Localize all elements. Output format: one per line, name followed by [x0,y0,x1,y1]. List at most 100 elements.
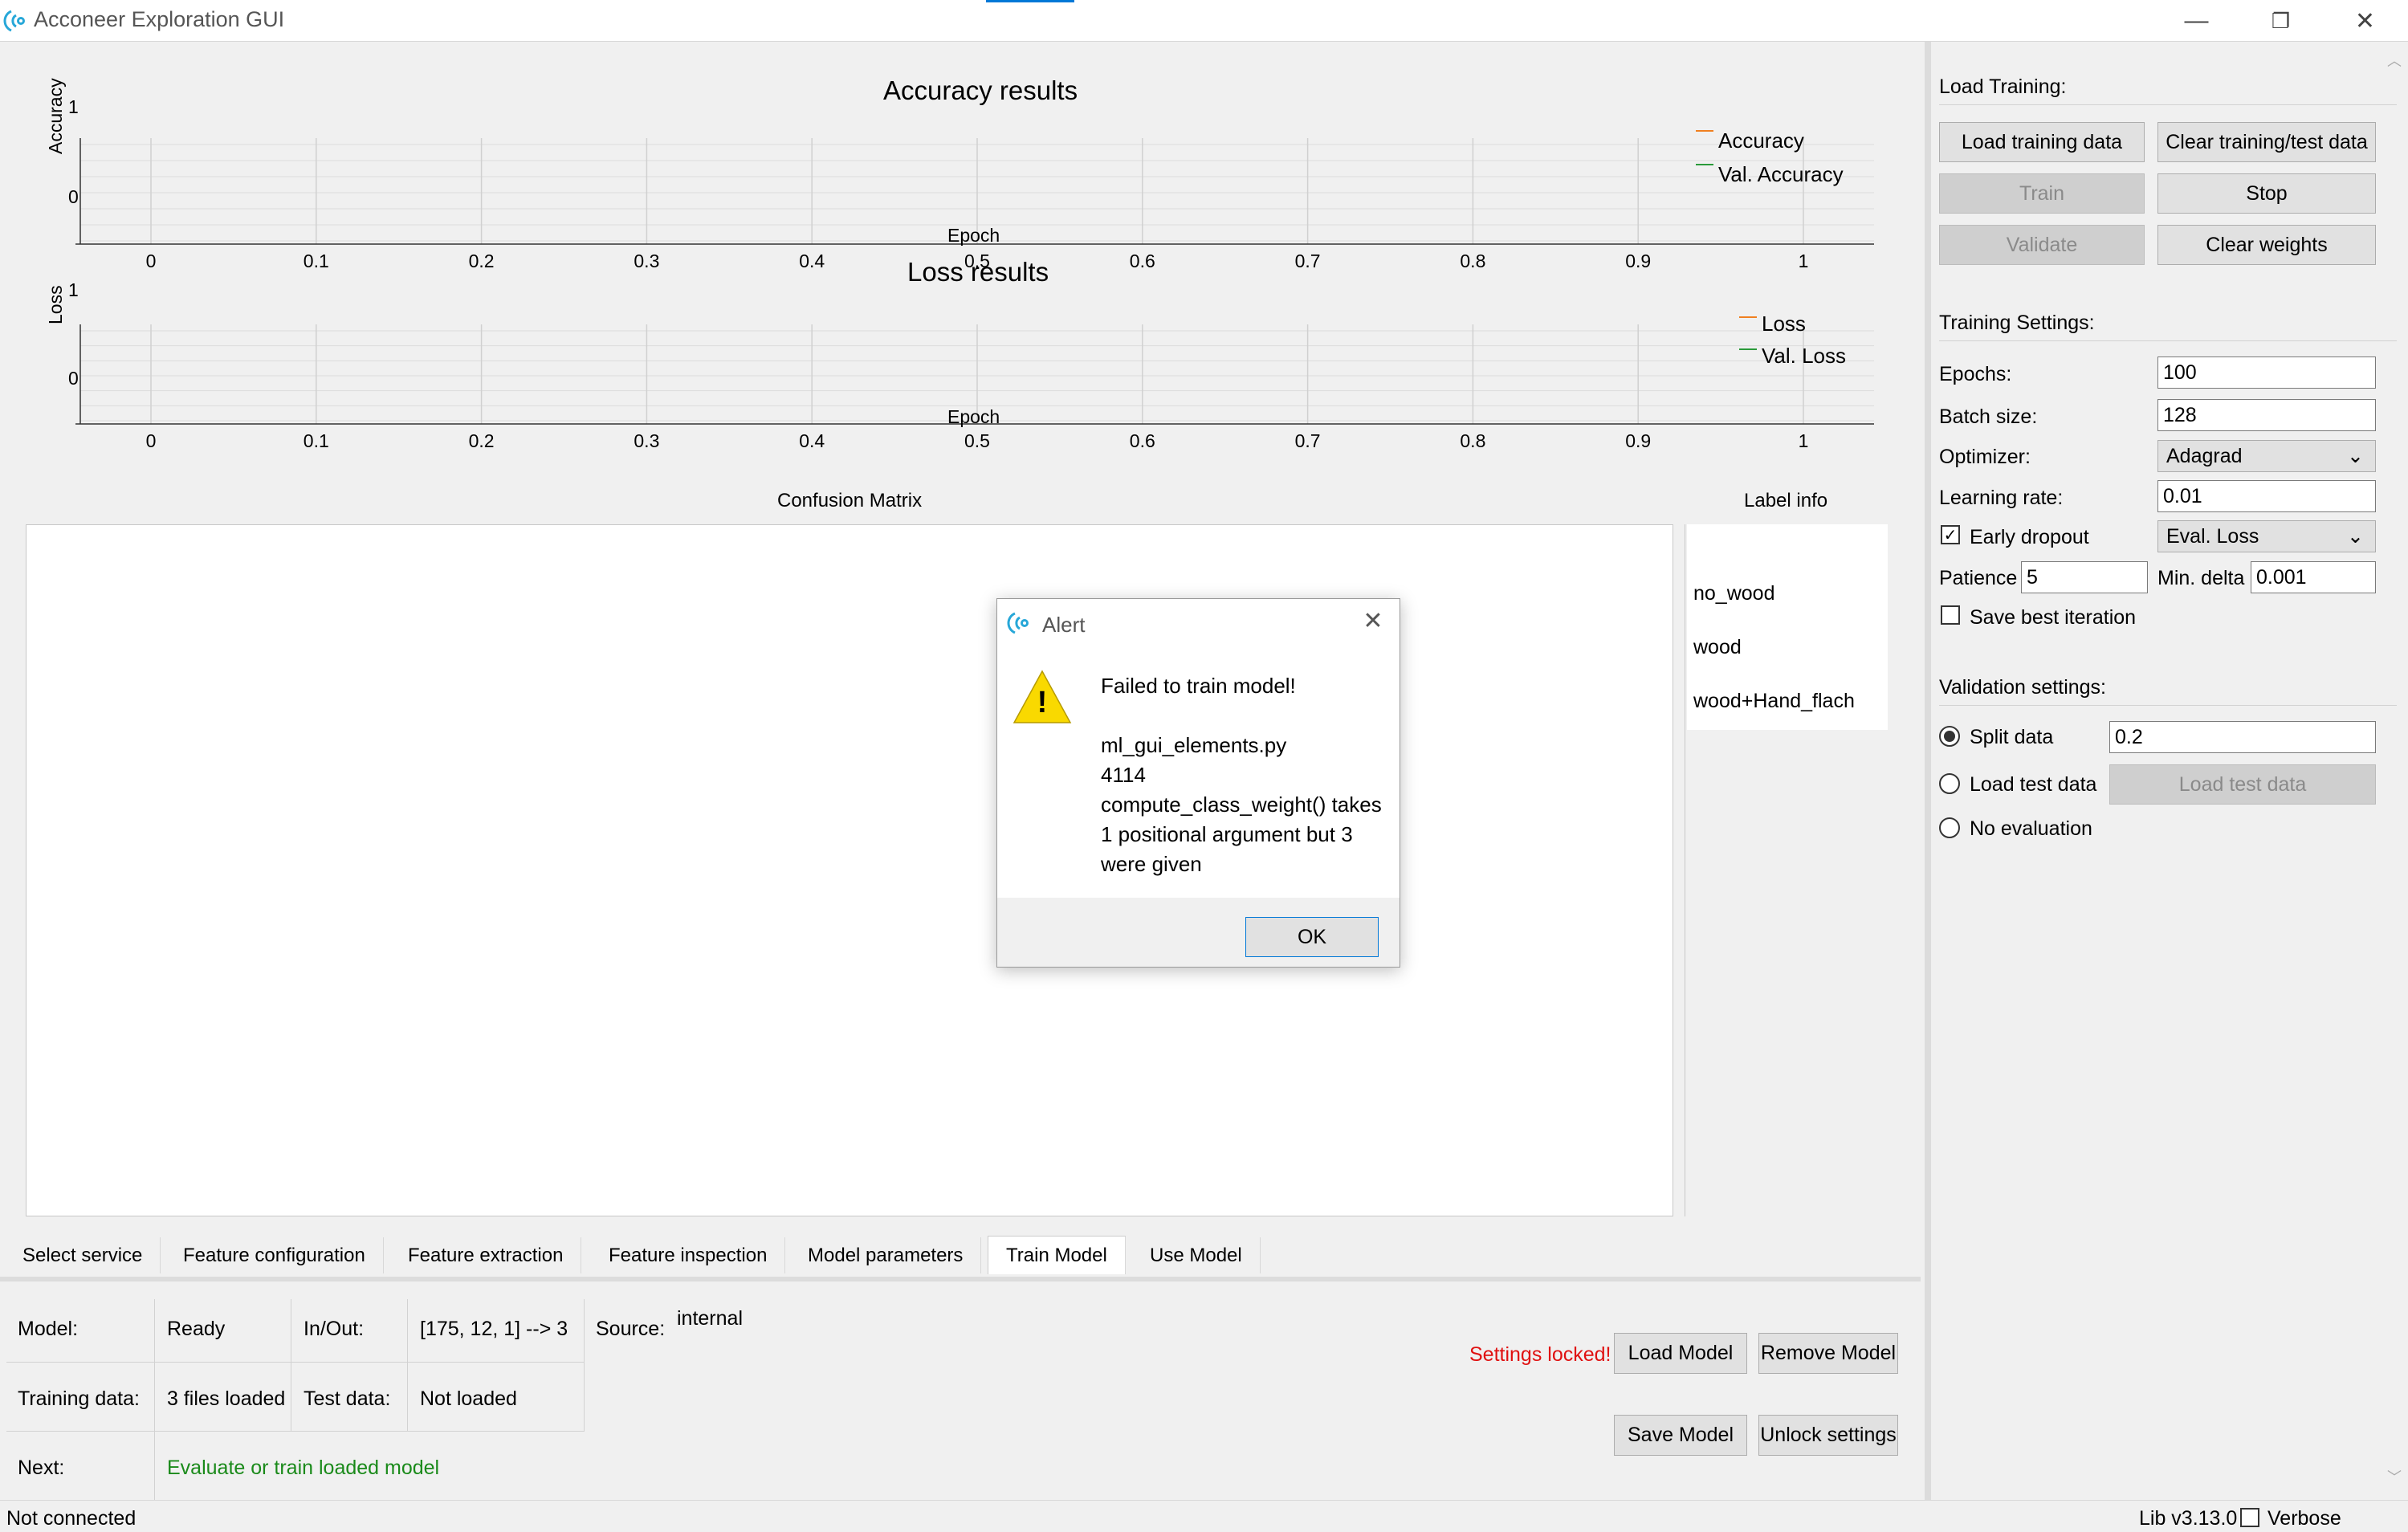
legend-val-accuracy-label: Val. Accuracy [1718,162,1844,186]
tab-feature-configuration[interactable]: Feature configuration [165,1237,384,1273]
verbose-logging-checkbox[interactable] [2240,1508,2259,1527]
dialog-message-line: 1 positional argument but 3 [1101,822,1353,846]
load-test-data-radio[interactable] [1939,773,1960,794]
legend-accuracy-label: Accuracy [1718,128,1804,153]
source-value: internal [677,1307,743,1330]
train-button[interactable]: Train [1939,173,2145,214]
learning-rate-input[interactable]: 0.01 [2157,480,2376,512]
main-panel: Accuracy results Accuracy 0 0.1 0.2 0.3 0.4 0… [0,42,1921,1275]
load-training-data-button[interactable]: Load training data [1939,122,2145,162]
epochs-label: Epochs: [1939,363,2012,385]
remove-model-button[interactable]: Remove Model [1758,1333,1898,1374]
save-model-button[interactable]: Save Model [1614,1415,1747,1456]
clear-weights-button[interactable]: Clear weights [2157,225,2376,265]
training-settings-panel: Load Training: Load training data Clear … [1925,42,2408,1500]
inout-value: [175, 12, 1] --> 3 [420,1318,568,1340]
dialog-message-line: Failed to train model! [1101,674,1296,698]
right-panel-scrollbar[interactable]: ︿ ﹀ [2381,42,2408,1500]
loss-ytick-0: 0 [68,368,79,389]
restore-button[interactable]: ❐ [2239,0,2323,42]
clear-training-test-data-button[interactable]: Clear training/test data [2157,122,2376,162]
separator [1939,104,2397,105]
accuracy-ytick-1: 1 [68,96,79,117]
alert-dialog: Alert ✕ ! Failed to train model! ml_gui_… [996,598,1400,968]
epochs-input[interactable]: 100 [2157,357,2376,389]
scroll-up-icon[interactable]: ︿ [2387,50,2402,71]
no-evaluation-radio[interactable] [1939,817,1960,838]
label-info-list: no_wood wood wood+Hand_flach [1687,524,1888,730]
optimizer-select[interactable]: Adagrad ⌄ [2157,440,2376,472]
legend-val-accuracy-swatch [1696,164,1713,165]
acconeer-logo-icon [1007,612,1029,634]
tab-use-model[interactable]: Use Model [1132,1237,1261,1273]
divider [6,1431,585,1432]
warning-icon: ! [1012,668,1073,726]
optimizer-value: Adagrad [2166,444,2243,467]
tab-select-service[interactable]: Select service [5,1237,161,1273]
x-tick-label: 0.7 [1294,430,1321,451]
validate-button[interactable]: Validate [1939,225,2145,265]
dialog-title: Alert [1042,613,1086,637]
dialog-message-line: ml_gui_elements.py [1101,733,1287,757]
save-best-iteration-checkbox[interactable] [1941,605,1960,625]
split-data-input[interactable]: 0.2 [2109,721,2376,753]
divider [407,1299,408,1431]
min-delta-input[interactable]: 0.001 [2251,561,2376,593]
radio-selected-dot [1944,731,1955,742]
label-item: no_wood [1693,582,1775,605]
dialog-message-line: compute_class_weight() takes [1101,792,1382,817]
legend-val-loss-label: Val. Loss [1762,344,1847,368]
title-bar: Acconeer Exploration GUI — ❐ ✕ [0,0,2408,42]
load-test-data-label: Load test data [1970,773,2097,796]
next-step-value: Evaluate or train loaded model [167,1457,440,1479]
lib-version: Lib v3.13.0 [2139,1507,2238,1530]
tab-model-parameters[interactable]: Model parameters [790,1237,982,1273]
scroll-down-icon[interactable]: ﹀ [2387,1466,2402,1487]
tab-train-model[interactable]: Train Model [988,1236,1126,1274]
optimizer-label: Optimizer: [1939,446,2031,468]
chevron-down-icon: ⌄ [2347,445,2364,467]
chevron-down-icon: ⌄ [2347,525,2364,548]
close-window-button[interactable]: ✕ [2323,0,2407,42]
load-model-button[interactable]: Load Model [1614,1333,1747,1374]
x-tick-label: 1 [1798,430,1809,451]
dialog-close-button[interactable]: ✕ [1357,607,1389,635]
x-tick-label: 0.9 [1625,430,1652,451]
label-info-title: Label info [1744,490,1828,511]
title-accent-line [986,0,1074,2]
separator [1939,705,2397,706]
divider [154,1299,155,1500]
loss-plot [75,324,1874,425]
save-best-iteration-label: Save best iteration [1970,606,2137,629]
divider [584,1299,585,1431]
legend-loss-label: Loss [1762,312,1806,336]
accuracy-plot [75,138,1874,245]
status-bar: Not connected Lib v3.13.0 Verbose loggin… [0,1500,2408,1532]
patience-input[interactable]: 5 [2021,561,2148,593]
test-data-value: Not loaded [420,1387,517,1410]
split-data-radio[interactable] [1939,726,1960,747]
loss-ytick-1: 1 [68,279,79,300]
early-dropout-checkbox[interactable]: ✓ [1941,525,1960,544]
tab-feature-inspection[interactable]: Feature inspection [591,1237,786,1273]
label-item: wood+Hand_flach [1693,690,1855,712]
next-label: Next: [18,1457,65,1479]
separator [1939,340,2397,341]
accuracy-xlabel: Epoch [947,225,1000,246]
tab-feature-extraction[interactable]: Feature extraction [390,1237,582,1273]
early-dropout-select[interactable]: Eval. Loss ⌄ [2157,520,2376,552]
training-data-value: 3 files loaded [167,1387,286,1410]
x-tick-label: 0.3 [634,430,660,451]
warning-glyph: ! [1037,686,1048,719]
load-test-data-button[interactable]: Load test data [2109,764,2376,805]
dialog-message-line: were given [1101,852,1202,876]
patience-label: Patience [1939,567,2018,589]
connection-status: Not connected [6,1507,136,1530]
ok-button[interactable]: OK [1245,917,1379,957]
batch-size-input[interactable]: 128 [2157,399,2376,431]
stop-button[interactable]: Stop [2157,173,2376,214]
validation-settings-title: Validation settings: [1939,676,2106,699]
unlock-settings-button[interactable]: Unlock settings [1758,1415,1898,1456]
minimize-button[interactable]: — [2154,0,2239,42]
confusion-matrix-title: Confusion Matrix [777,490,923,511]
